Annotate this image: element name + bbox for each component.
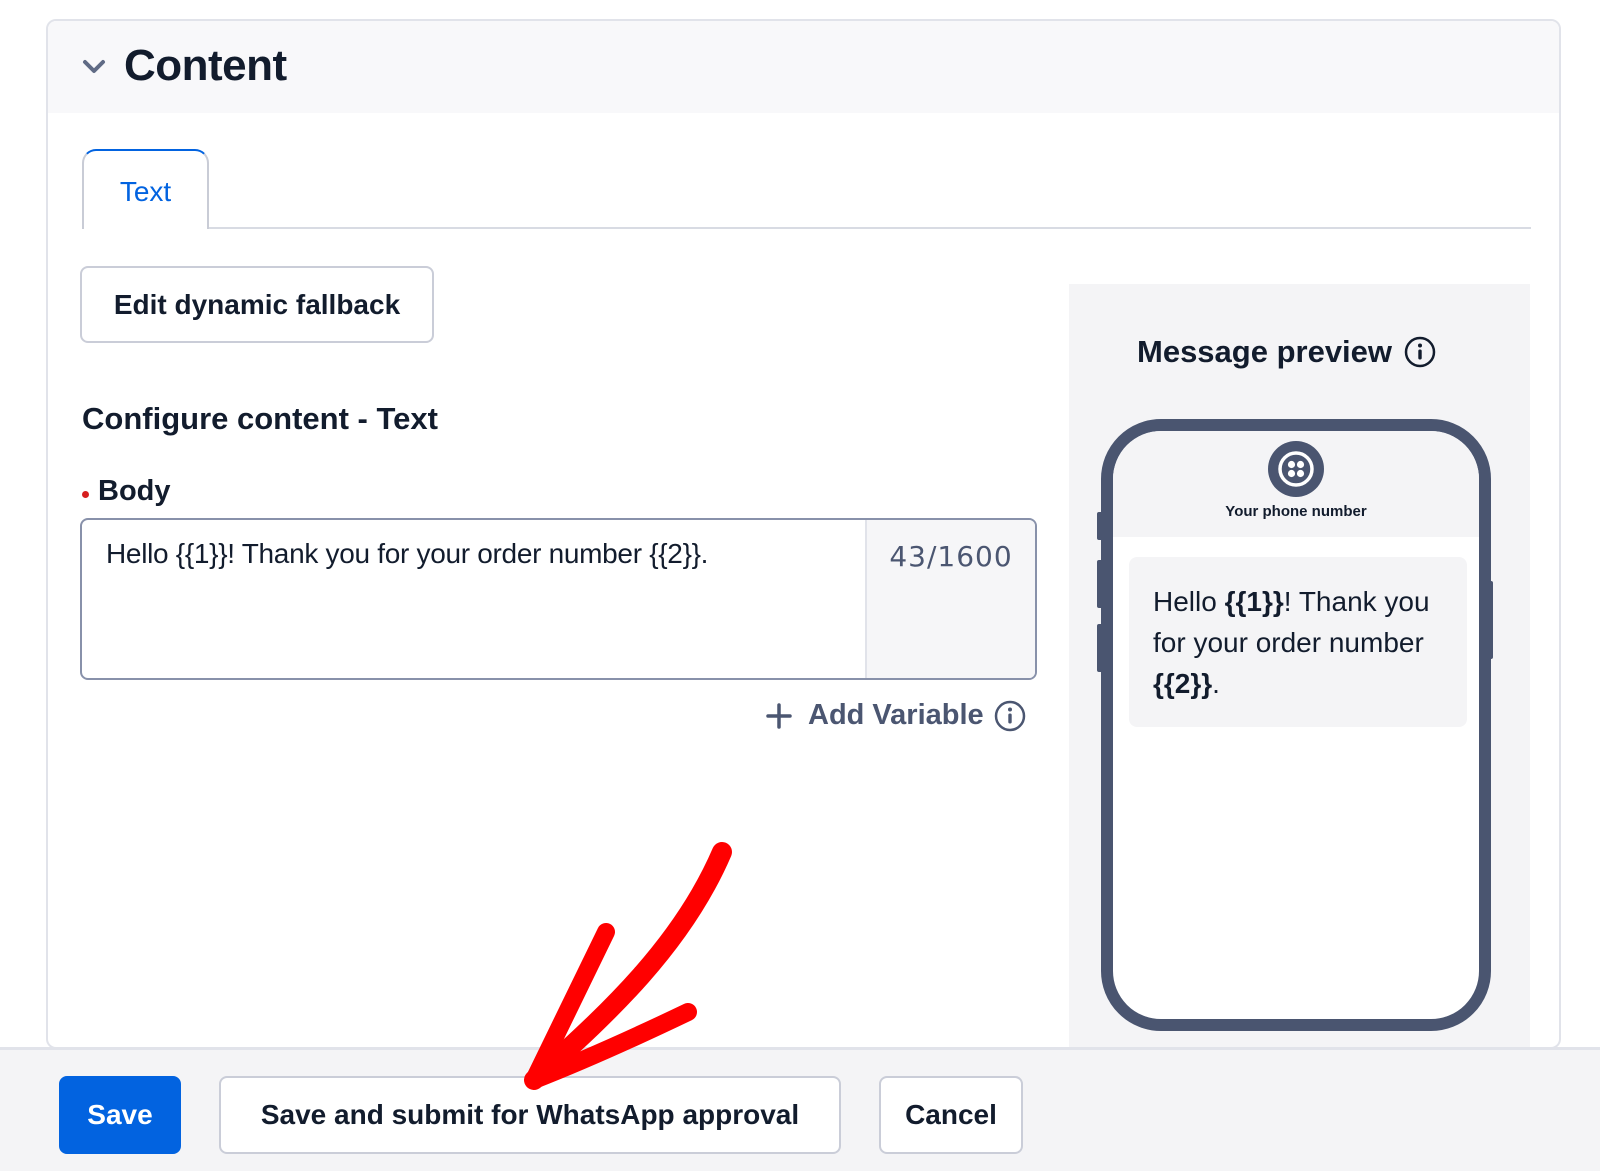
info-icon[interactable] xyxy=(994,700,1026,732)
body-input[interactable]: Hello {{1}}! Thank you for your order nu… xyxy=(106,538,846,658)
add-variable-button[interactable]: Add Variable xyxy=(764,699,1026,732)
card-header[interactable]: Content xyxy=(48,21,1559,113)
add-variable-label: Add Variable xyxy=(808,699,984,731)
variable-2: {{2}} xyxy=(1153,668,1213,699)
variable-1: {{1}} xyxy=(1224,586,1284,617)
twilio-logo-icon xyxy=(1268,441,1324,497)
message-preview-panel: Message preview Your phone number Hello … xyxy=(1069,284,1530,1047)
body-label: Body xyxy=(98,475,171,507)
body-field[interactable]: Hello {{1}}! Thank you for your order nu… xyxy=(80,518,1037,680)
message-preview-title: Message preview xyxy=(1137,334,1436,370)
content-card: Content Text Edit dynamic fallback Confi… xyxy=(46,19,1561,1049)
cancel-button[interactable]: Cancel xyxy=(879,1076,1023,1154)
configure-content-heading: Configure content - Text xyxy=(82,401,438,436)
character-counter: 43/1600 xyxy=(865,520,1035,678)
message-text: Hello xyxy=(1153,586,1225,617)
tab-text[interactable]: Text xyxy=(82,149,209,229)
message-text: . xyxy=(1212,668,1220,699)
chevron-down-icon[interactable] xyxy=(82,57,106,77)
save-button[interactable]: Save xyxy=(59,1076,181,1154)
tabs-divider xyxy=(82,227,1531,229)
sender-label: Your phone number xyxy=(1225,503,1367,520)
save-submit-button[interactable]: Save and submit for WhatsApp approval xyxy=(219,1076,841,1154)
phone-mockup: Your phone number Hello {{1}}! Thank you… xyxy=(1101,419,1491,1031)
message-bubble: Hello {{1}}! Thank you for your order nu… xyxy=(1129,557,1467,727)
section-title: Content xyxy=(124,41,287,90)
plus-icon xyxy=(766,702,792,729)
required-indicator xyxy=(82,491,89,498)
info-icon[interactable] xyxy=(1404,336,1436,368)
phone-header: Your phone number xyxy=(1113,431,1479,537)
edit-dynamic-fallback-button[interactable]: Edit dynamic fallback xyxy=(80,266,434,343)
message-preview-label: Message preview xyxy=(1137,334,1393,369)
footer-action-bar: Save Save and submit for WhatsApp approv… xyxy=(0,1047,1600,1171)
